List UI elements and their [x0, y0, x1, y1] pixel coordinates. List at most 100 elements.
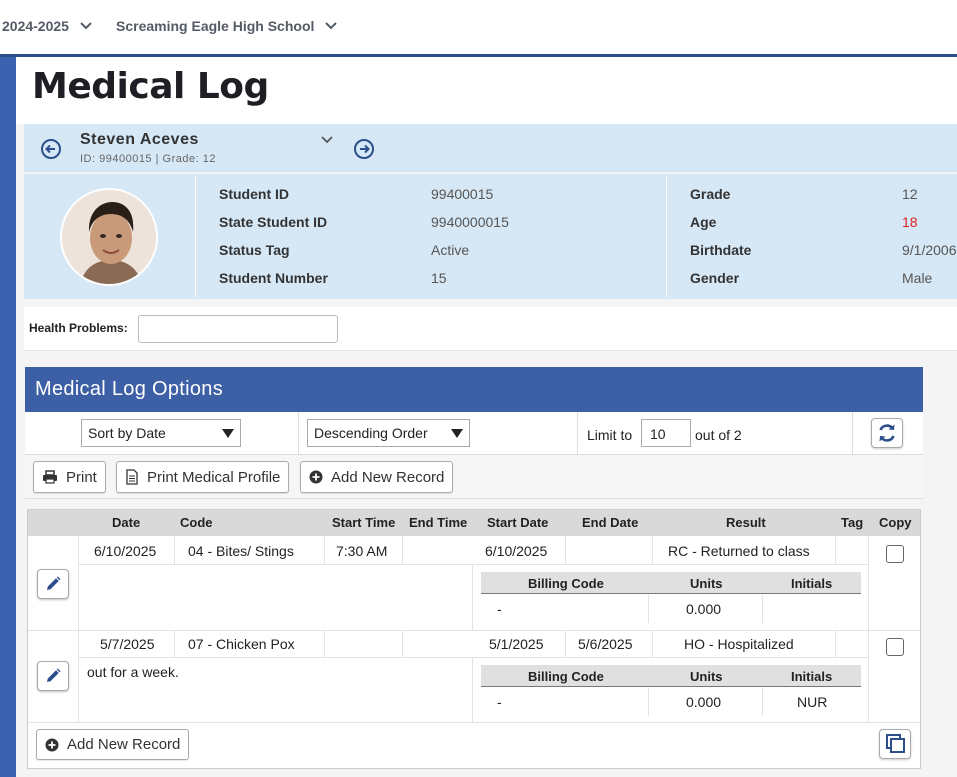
edit-record-button[interactable]	[37, 569, 69, 599]
grid-line	[565, 536, 566, 564]
cell-date: 5/7/2025	[100, 636, 155, 652]
grid-line	[324, 536, 325, 564]
info-value: Male	[902, 270, 933, 286]
info-value: Active	[431, 242, 470, 258]
arrow-left-circle-icon[interactable]	[40, 138, 62, 160]
info-label: Student Number	[219, 270, 328, 286]
info-label: Grade	[690, 186, 731, 202]
grid-line	[174, 536, 175, 564]
table-header	[28, 510, 920, 536]
edit-record-button[interactable]	[37, 661, 69, 691]
order-select-value: Descending Order	[314, 425, 428, 441]
grid-line	[565, 630, 566, 657]
grid-line	[78, 564, 868, 565]
column-header-result[interactable]: Result	[726, 515, 766, 530]
copy-records-button[interactable]	[879, 729, 911, 759]
limit-input[interactable]: 10	[641, 419, 691, 447]
billing-units-cell: 0.000	[686, 694, 722, 710]
left-nav-stripe	[0, 57, 16, 777]
student-name[interactable]: Steven Aceves	[80, 131, 199, 149]
billing-code-header: Billing Code	[528, 669, 604, 684]
print-medical-profile-button[interactable]: Print Medical Profile	[116, 461, 290, 493]
add-new-record-bottom-button[interactable]: Add New Record	[36, 729, 190, 760]
billing-initials-header: Initials	[791, 669, 833, 684]
age-value: 18	[902, 214, 918, 230]
print-profile-label: Print Medical Profile	[147, 468, 281, 486]
refresh-icon	[879, 424, 895, 442]
print-label: Print	[66, 468, 97, 486]
student-subline: ID: 99400015 | Grade: 12	[80, 153, 216, 165]
student-photo	[60, 188, 158, 286]
cell-result: RC - Returned to class	[668, 543, 810, 559]
column-header-start-date[interactable]: Start Date	[487, 515, 548, 530]
billing-code-cell: -	[497, 601, 502, 617]
year-label: 2024-2025	[2, 18, 69, 34]
school-label: Screaming Eagle High School	[116, 18, 315, 34]
arrow-right-circle-icon[interactable]	[353, 138, 375, 160]
cell-code: 07 - Chicken Pox	[188, 636, 295, 652]
health-problems-label: Health Problems:	[29, 321, 128, 335]
cell-divider	[852, 412, 853, 455]
column-header-tag[interactable]: Tag	[841, 515, 863, 530]
billing-initials-header: Initials	[791, 576, 833, 591]
grid-line	[28, 722, 920, 723]
column-header-date[interactable]: Date	[112, 515, 140, 530]
copy-icon	[886, 734, 905, 753]
info-value: 9940000015	[431, 214, 509, 230]
year-selector[interactable]: 2024-2025	[2, 18, 93, 34]
pencil-icon	[47, 668, 61, 682]
copy-checkbox[interactable]	[886, 545, 904, 563]
sort-select-value: Sort by Date	[88, 425, 166, 441]
grid-line	[402, 630, 403, 657]
chevron-down-icon[interactable]	[320, 133, 334, 147]
grid-line	[78, 657, 868, 658]
document-icon	[126, 469, 138, 485]
order-select[interactable]: Descending Order	[307, 419, 470, 447]
billing-initials-cell: NUR	[797, 694, 828, 710]
column-header-code[interactable]: Code	[180, 515, 213, 530]
cell-divider	[298, 412, 299, 455]
pencil-icon	[47, 576, 61, 590]
caret-down-icon	[222, 429, 234, 438]
cell-end-date: 5/6/2025	[578, 636, 633, 652]
grid-line	[868, 536, 869, 722]
grid-line	[402, 536, 403, 564]
plus-circle-icon	[309, 470, 323, 484]
add-new-record-button[interactable]: Add New Record	[300, 461, 454, 493]
billing-code-cell: -	[497, 694, 502, 710]
info-label: Gender	[690, 270, 740, 286]
page-title: Medical Log	[32, 66, 269, 107]
grid-line	[648, 595, 649, 623]
info-label: Status Tag	[219, 242, 290, 258]
cell-code: 04 - Bites/ Stings	[188, 543, 294, 559]
billing-units-header: Units	[690, 576, 723, 591]
grid-line	[652, 630, 653, 657]
add-new-label: Add New Record	[331, 468, 445, 486]
health-problems-input[interactable]	[138, 315, 338, 343]
info-value: 12	[902, 186, 918, 202]
school-selector[interactable]: Screaming Eagle High School	[116, 18, 338, 34]
cell-result: HO - Hospitalized	[684, 636, 794, 652]
column-header-end-date[interactable]: End Date	[582, 515, 638, 530]
grid-line	[762, 595, 763, 623]
chevron-down-icon	[80, 22, 92, 30]
print-button[interactable]: Print	[33, 461, 106, 493]
cell-start-date: 6/10/2025	[485, 543, 548, 559]
printer-icon	[43, 470, 57, 484]
billing-units-header: Units	[690, 669, 723, 684]
column-header-end-time[interactable]: End Time	[409, 515, 467, 530]
info-value: 9/1/2006	[902, 242, 957, 258]
info-label: State Student ID	[219, 214, 328, 230]
info-label: Age	[690, 214, 717, 230]
column-header-start-time[interactable]: Start Time	[332, 515, 395, 530]
add-new-bottom-label: Add New Record	[67, 736, 181, 753]
column-header-copy[interactable]: Copy	[879, 515, 912, 530]
refresh-button[interactable]	[871, 418, 903, 448]
info-divider	[666, 176, 667, 297]
copy-checkbox[interactable]	[886, 638, 904, 656]
grid-line	[648, 688, 649, 716]
sort-select[interactable]: Sort by Date	[81, 419, 241, 447]
grid-line	[652, 536, 653, 564]
grid-line	[28, 630, 920, 631]
caret-down-icon	[451, 429, 463, 438]
